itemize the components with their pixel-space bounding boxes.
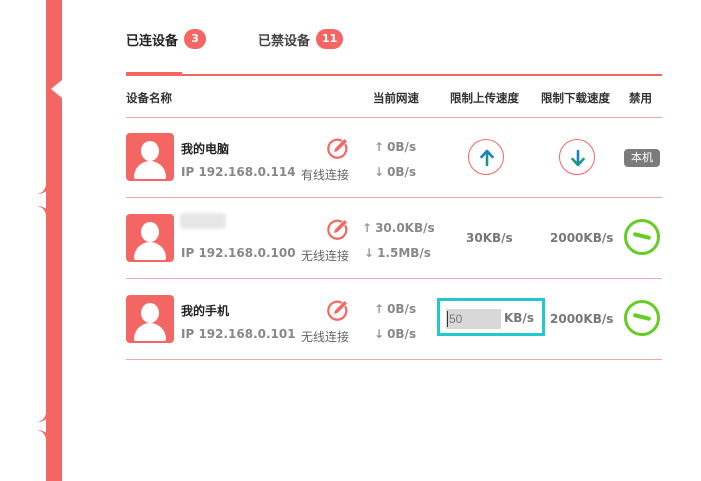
ban-device-button[interactable]	[624, 300, 660, 336]
sidebar-pointer-icon	[51, 80, 62, 98]
up-arrow-icon: ↑	[374, 140, 385, 154]
device-avatar-icon	[126, 133, 174, 181]
tab-connected-devices[interactable]: 已连设备 3	[126, 28, 207, 50]
sidebar-item-3[interactable]	[0, 430, 50, 481]
limit-upload-button[interactable]	[468, 139, 504, 175]
current-download-speed: ↓ 1.5MB/s	[364, 246, 431, 260]
device-avatar-icon	[126, 295, 174, 343]
sidebar	[0, 0, 62, 481]
upload-limit-input[interactable]	[446, 309, 501, 329]
text-caret	[447, 311, 448, 327]
current-download-speed: ↓ 0B/s	[374, 327, 417, 341]
device-ip: IP 192.168.0.114	[181, 165, 296, 179]
upload-limit-unit: KB/s	[504, 311, 534, 325]
device-name: 我的手机	[181, 304, 230, 318]
upload-limit-value[interactable]: 30KB/s	[466, 231, 513, 245]
current-upload-speed: ↑ 0B/s	[374, 140, 417, 154]
device-name-redacted	[180, 213, 226, 229]
current-upload-speed: ↑ 30.0KB/s	[362, 221, 435, 235]
tab-blocked-devices[interactable]: 已禁设备 11	[258, 28, 344, 50]
upload-arrow-icon	[480, 149, 494, 167]
download-limit-value[interactable]: 2000KB/s	[550, 312, 613, 326]
download-limit-value[interactable]: 2000KB/s	[550, 231, 613, 245]
device-name: 我的电脑	[181, 142, 230, 156]
up-arrow-icon: ↑	[374, 302, 385, 316]
device-avatar-icon	[126, 214, 174, 262]
down-arrow-icon: ↓	[374, 327, 385, 341]
connection-type: 有线连接	[301, 168, 350, 182]
down-arrow-icon: ↓	[374, 165, 385, 179]
down-arrow-icon: ↓	[364, 246, 375, 260]
device-ip: IP 192.168.0.100	[181, 246, 296, 260]
ban-icon	[632, 312, 652, 322]
ban-icon	[632, 231, 652, 241]
table-row: 我的手机 IP 192.168.0.101 无线连接 ↑0B/s ↓0B/s K…	[126, 280, 662, 360]
blocked-count-badge: 11	[316, 29, 344, 49]
current-download-speed: ↓ 0B/s	[374, 165, 417, 179]
edit-icon[interactable]	[326, 217, 350, 241]
connected-count-badge: 3	[184, 29, 207, 49]
device-tabs: 已连设备 3 已禁设备 11	[126, 28, 662, 76]
edit-icon[interactable]	[326, 298, 350, 322]
header-current-speed: 当前网速	[373, 91, 419, 105]
table-row: IP 192.168.0.100 无线连接 ↑ 30.0KB/s ↓ 1.5MB/s…	[126, 199, 662, 279]
connection-type: 无线连接	[301, 330, 350, 344]
sidebar-item-2[interactable]	[0, 206, 50, 422]
tab-connected-label: 已连设备	[126, 33, 179, 49]
edit-icon[interactable]	[326, 136, 350, 160]
current-upload-speed: ↑ 0B/s	[374, 302, 417, 316]
table-header: 设备名称 当前网速 限制上传速度 限制下载速度 禁用	[126, 76, 662, 118]
header-limit-upload: 限制上传速度	[450, 91, 519, 105]
sidebar-item-1[interactable]	[0, 0, 50, 194]
local-device-badge: 本机	[624, 149, 660, 167]
tab-blocked-label: 已禁设备	[258, 33, 311, 49]
header-limit-download: 限制下载速度	[541, 91, 610, 105]
download-arrow-icon	[571, 149, 585, 167]
connection-type: 无线连接	[301, 249, 350, 263]
sidebar-accent-bar	[46, 0, 62, 481]
up-arrow-icon: ↑	[362, 221, 373, 235]
upload-limit-editor: KB/s	[437, 298, 545, 336]
device-ip: IP 192.168.0.101	[181, 327, 296, 341]
limit-download-button[interactable]	[559, 139, 595, 175]
header-ban: 禁用	[629, 91, 652, 105]
header-device-name: 设备名称	[126, 91, 172, 105]
table-row: 我的电脑 IP 192.168.0.114 有线连接 ↑ 0B/s ↓ 0B/s 本…	[126, 118, 662, 198]
ban-device-button[interactable]	[624, 219, 660, 255]
